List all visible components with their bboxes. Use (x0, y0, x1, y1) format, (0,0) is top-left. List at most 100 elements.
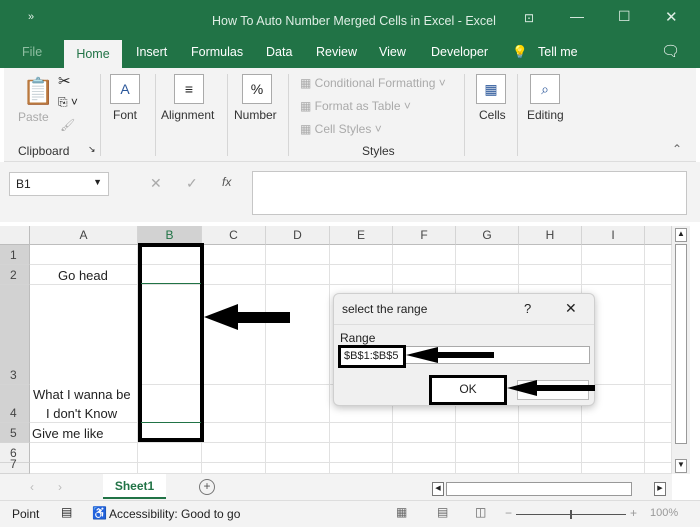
row-header-3[interactable]: 3 (0, 285, 30, 385)
column-header-f[interactable]: F (393, 226, 456, 245)
tab-home[interactable]: Home (64, 40, 122, 68)
name-box[interactable]: B1 ▼ (9, 172, 109, 196)
dialog-launcher-icon[interactable]: ↘ (88, 144, 96, 155)
tab-formulas[interactable]: Formulas (191, 45, 243, 59)
zoom-slider-thumb[interactable] (570, 510, 572, 519)
editing-button[interactable]: Editing (527, 108, 564, 122)
cell[interactable] (645, 423, 672, 443)
column-header-h[interactable]: H (519, 226, 582, 245)
prev-sheet-icon[interactable]: ‹ (30, 480, 34, 494)
number-button[interactable]: Number (234, 108, 277, 122)
column-header-i[interactable]: I (582, 226, 645, 245)
cell[interactable] (582, 423, 645, 443)
cell[interactable] (266, 443, 330, 463)
ok-button[interactable]: OK (429, 375, 507, 405)
quick-access-toolbar[interactable]: » (28, 11, 34, 23)
scroll-left-button[interactable]: ◀ (432, 482, 444, 496)
cell[interactable] (202, 265, 266, 285)
cell[interactable] (645, 385, 672, 423)
cell[interactable] (456, 423, 519, 443)
cell[interactable] (456, 443, 519, 463)
row-header-1[interactable]: 1 (0, 245, 30, 265)
cell[interactable] (645, 265, 672, 285)
cell[interactable] (582, 265, 645, 285)
tab-insert[interactable]: Insert (136, 45, 167, 59)
tab-view[interactable]: View (379, 45, 406, 59)
cell[interactable] (266, 265, 330, 285)
insert-function-icon[interactable]: fx (222, 175, 231, 189)
tab-review[interactable]: Review (316, 45, 357, 59)
scroll-right-button[interactable]: ▶ (654, 482, 666, 496)
cell[interactable] (266, 463, 330, 474)
comments-icon[interactable]: 🗨 (661, 42, 680, 60)
zoom-level[interactable]: 100% (650, 507, 678, 519)
ribbon-display-icon[interactable]: ⊡ (524, 11, 534, 25)
cell[interactable] (330, 423, 393, 443)
cell-a2[interactable]: Go head (58, 268, 108, 283)
column-header-e[interactable]: E (330, 226, 393, 245)
vertical-scrollbar[interactable]: ▲ ▼ (672, 226, 690, 474)
cell[interactable] (582, 245, 645, 265)
cell[interactable] (456, 463, 519, 474)
cell[interactable] (456, 245, 519, 265)
cell[interactable] (30, 463, 138, 474)
font-button[interactable]: Font (113, 108, 137, 122)
cell[interactable] (519, 265, 582, 285)
cell[interactable] (202, 423, 266, 443)
tab-tell-me[interactable]: Tell me (538, 45, 578, 59)
row-header-5[interactable]: 5 (0, 423, 30, 443)
formula-input[interactable] (252, 171, 687, 215)
cell[interactable] (330, 443, 393, 463)
column-header-c[interactable]: C (202, 226, 266, 245)
cell[interactable] (202, 285, 266, 385)
cell[interactable] (393, 245, 456, 265)
zoom-out-icon[interactable]: − (505, 506, 512, 520)
cell[interactable] (30, 443, 138, 463)
sheet-tab-sheet1[interactable]: Sheet1 (103, 474, 166, 499)
cell[interactable] (266, 285, 330, 385)
format-as-table-button[interactable]: ▦ Format as Table ˅ (300, 99, 411, 113)
cell[interactable] (582, 463, 645, 474)
alignment-icon[interactable]: ≡ (174, 74, 204, 104)
cell[interactable] (393, 463, 456, 474)
cell[interactable] (202, 385, 266, 423)
tab-file[interactable]: File (22, 45, 42, 59)
paste-button[interactable]: Paste (18, 110, 49, 124)
column-header-a[interactable]: A (30, 226, 138, 245)
cell[interactable] (393, 423, 456, 443)
new-sheet-button[interactable]: + (199, 479, 215, 495)
alignment-button[interactable]: Alignment (161, 108, 214, 122)
cell[interactable] (266, 385, 330, 423)
cell[interactable] (456, 265, 519, 285)
range-input-value[interactable]: $B$1:$B$5 (338, 345, 406, 368)
search-icon[interactable]: ⌕ (530, 74, 560, 104)
cell[interactable] (266, 245, 330, 265)
cell[interactable] (330, 265, 393, 285)
dialog-close-button[interactable]: ✕ (565, 300, 577, 317)
cell[interactable] (266, 423, 330, 443)
copy-icon[interactable]: ⎘ ˅ (58, 95, 78, 110)
cell[interactable] (519, 423, 582, 443)
cell[interactable] (138, 443, 202, 463)
page-layout-icon[interactable]: ▤ (437, 505, 448, 519)
cell[interactable] (519, 463, 582, 474)
cell[interactable] (645, 443, 672, 463)
cells-button[interactable]: Cells (479, 108, 506, 122)
cells-icon[interactable]: ▦ (476, 74, 506, 104)
tab-developer[interactable]: Developer (431, 45, 488, 59)
cell[interactable] (30, 285, 138, 385)
cell[interactable] (330, 245, 393, 265)
conditional-formatting-button[interactable]: ▦ Conditional Formatting ˅ (300, 76, 446, 90)
cell[interactable] (393, 443, 456, 463)
cell[interactable] (645, 245, 672, 265)
help-button[interactable]: ? (524, 301, 531, 316)
macro-icon[interactable]: ▤ (61, 505, 72, 519)
cell-styles-button[interactable]: ▦ Cell Styles ˅ (300, 122, 382, 136)
cell[interactable] (202, 463, 266, 474)
cell[interactable] (393, 265, 456, 285)
close-button[interactable]: ✕ (665, 8, 678, 26)
cut-icon[interactable]: ✂ (58, 72, 71, 90)
zoom-in-icon[interactable]: + (630, 506, 637, 520)
cell-a5[interactable]: Give me like (32, 426, 104, 441)
cell-a4-line2[interactable]: I don't Know (46, 406, 117, 421)
